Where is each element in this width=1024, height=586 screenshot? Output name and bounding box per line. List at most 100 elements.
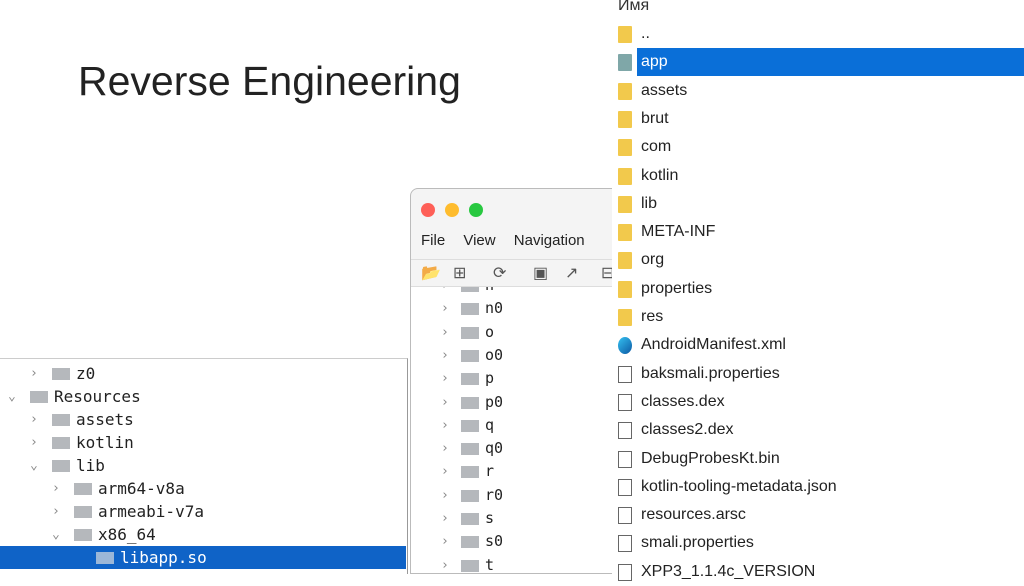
file-row[interactable]: assets (612, 77, 1024, 105)
package-item[interactable]: › p0 (411, 391, 621, 414)
tree-item-label: lib (76, 456, 105, 475)
package-item[interactable]: › o0 (411, 344, 621, 367)
chevron-right-icon[interactable]: › (441, 460, 449, 483)
chevron-right-icon[interactable]: › (441, 437, 449, 460)
package-item[interactable]: › t (411, 554, 621, 573)
file-row[interactable]: brut (612, 105, 1024, 133)
menu-navigation[interactable]: Navigation (514, 232, 585, 249)
file-row[interactable]: META-INF (612, 218, 1024, 246)
tree-item-label: kotlin (76, 433, 134, 452)
file-row[interactable]: classes2.dex (612, 416, 1024, 444)
chevron-right-icon[interactable]: › (30, 362, 38, 385)
file-row[interactable]: kotlin (612, 162, 1024, 190)
tree-item[interactable]: › arm64-v8a (0, 477, 406, 500)
package-icon (461, 443, 479, 456)
project-tree-panel: › z0 ⌄ Resources › assets › kotlin ⌄ lib › arm64-v8… (0, 358, 408, 574)
document-icon (618, 393, 632, 411)
menu-view[interactable]: View (463, 232, 495, 249)
chevron-right-icon[interactable]: › (441, 554, 449, 573)
chevron-right-icon[interactable]: › (441, 414, 449, 437)
column-header-name[interactable]: Имя (618, 0, 649, 15)
file-row[interactable]: AndroidManifest.xml (612, 331, 1024, 359)
chevron-right-icon[interactable]: › (30, 431, 38, 454)
chevron-right-icon[interactable]: › (52, 500, 60, 523)
tree-item[interactable]: ⌄ x86_64 (0, 523, 406, 546)
file-row[interactable]: com (612, 133, 1024, 161)
chevron-right-icon[interactable]: › (441, 321, 449, 344)
tree-item[interactable]: ⌄ Resources (0, 385, 406, 408)
file-row[interactable]: kotlin-tooling-metadata.json (612, 473, 1024, 501)
chevron-right-icon[interactable]: › (441, 391, 449, 414)
chevron-down-icon[interactable]: ⌄ (8, 385, 16, 408)
file-row[interactable]: resources.arsc (612, 501, 1024, 529)
package-item[interactable]: › r (411, 460, 621, 483)
minimize-button[interactable] (445, 203, 459, 217)
file-row[interactable]: XPP3_1.1.4c_VERSION (612, 558, 1024, 586)
package-item[interactable]: › p (411, 367, 621, 390)
chevron-right-icon[interactable]: › (441, 484, 449, 507)
chevron-right-icon[interactable]: › (441, 367, 449, 390)
json-file-icon (618, 478, 632, 496)
file-row[interactable]: baksmali.properties (612, 360, 1024, 388)
folder-icon (30, 391, 48, 403)
file-row[interactable]: .. (612, 20, 1024, 48)
file-row[interactable]: app (612, 48, 1024, 77)
package-item[interactable]: › o (411, 321, 621, 344)
maximize-button[interactable] (469, 203, 483, 217)
document-icon (618, 365, 632, 383)
tree-item[interactable]: › z0 (0, 362, 406, 385)
refresh-icon[interactable]: ⟳ (493, 263, 506, 283)
tree-item[interactable]: › armeabi-v7a (0, 500, 406, 523)
file-name: brut (641, 109, 669, 127)
package-item[interactable]: › r0 (411, 484, 621, 507)
tree-item-label: x86_64 (98, 525, 156, 544)
folder-icon (618, 309, 632, 326)
chevron-right-icon[interactable]: › (441, 344, 449, 367)
tree-item[interactable]: libapp.so (0, 546, 406, 569)
file-row[interactable]: res (612, 303, 1024, 331)
file-name: DebugProbesKt.bin (641, 449, 780, 467)
save-icon[interactable]: ▣ (533, 263, 548, 283)
package-icon (461, 513, 479, 525)
package-item[interactable]: › n0 (411, 297, 621, 320)
package-label: p0 (485, 392, 504, 411)
package-item[interactable]: › q (411, 414, 621, 437)
file-row[interactable]: DebugProbesKt.bin (612, 445, 1024, 473)
file-row[interactable]: org (612, 246, 1024, 274)
folder-icon (618, 139, 632, 157)
package-icon (461, 419, 479, 432)
tree-item[interactable]: › kotlin (0, 431, 406, 454)
close-button[interactable] (421, 203, 435, 217)
package-item[interactable]: › q0 (411, 437, 621, 460)
chevron-down-icon[interactable]: ⌄ (52, 523, 60, 546)
file-name: XPP3_1.1.4c_VERSION (641, 562, 816, 580)
file-row[interactable]: classes.dex (612, 388, 1024, 416)
chevron-right-icon[interactable]: › (441, 507, 449, 530)
file-name: smali.properties (641, 534, 754, 552)
chevron-right-icon[interactable]: › (441, 530, 449, 553)
tree-item[interactable]: › assets (0, 408, 406, 431)
tree-item-label: assets (76, 410, 134, 429)
file-name: classes2.dex (641, 421, 734, 439)
open-folder-icon[interactable]: 📂 (421, 263, 441, 283)
file-row[interactable]: properties (612, 275, 1024, 303)
file-name: app (637, 48, 1024, 77)
chevron-right-icon[interactable]: › (52, 477, 60, 500)
chevron-right-icon[interactable]: › (441, 287, 449, 297)
chevron-right-icon[interactable]: › (30, 408, 38, 431)
package-item[interactable]: › s0 (411, 530, 621, 553)
package-label: q (485, 415, 495, 434)
export-icon[interactable]: ↗ (565, 263, 578, 283)
file-row[interactable]: smali.properties (612, 529, 1024, 557)
menu-file[interactable]: File (421, 232, 445, 249)
folder-icon (618, 280, 632, 298)
tree-item[interactable]: ⌄ lib (0, 454, 406, 477)
add-file-icon[interactable]: ⊞ (453, 263, 466, 283)
package-item[interactable]: › s (411, 507, 621, 530)
file-row[interactable]: lib (612, 190, 1024, 218)
package-label: t (485, 555, 495, 573)
package-item[interactable]: ›n (411, 287, 621, 297)
chevron-right-icon[interactable]: › (441, 297, 449, 320)
chevron-down-icon[interactable]: ⌄ (30, 454, 38, 477)
document-icon (618, 422, 632, 440)
